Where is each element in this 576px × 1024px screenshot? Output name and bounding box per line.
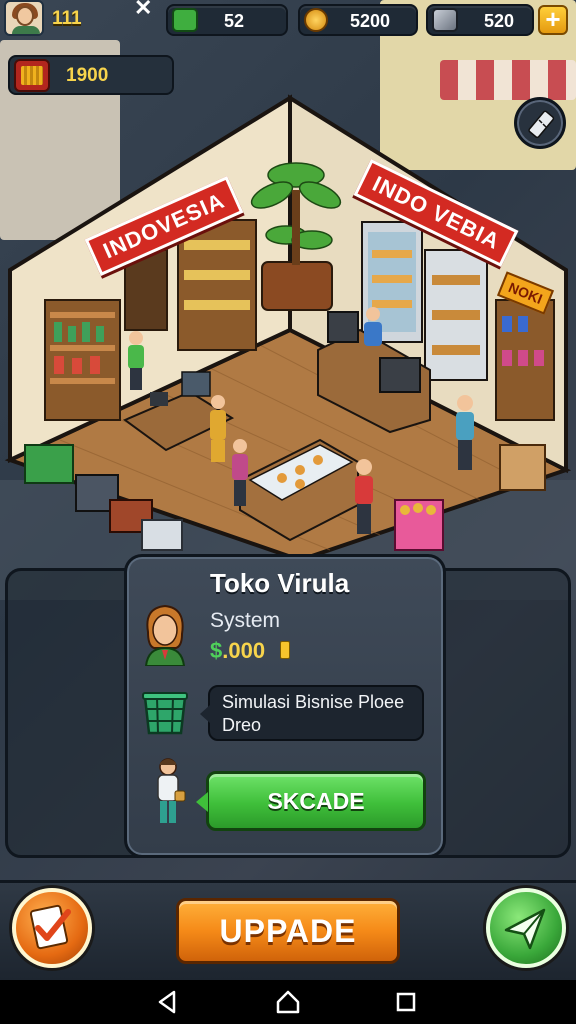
shop-category: System	[210, 609, 281, 632]
checklist-icon	[29, 904, 71, 950]
avatar-body	[12, 26, 40, 34]
back-nav-icon[interactable]	[152, 986, 184, 1018]
worker-character-icon	[157, 758, 186, 823]
green-crate	[24, 444, 74, 484]
game-screen: INDOVESIA INDO VEBIA NOKI 111 ✕ 52 5200 …	[0, 0, 576, 1024]
income-value: .000	[222, 638, 266, 663]
clerk-blue	[364, 307, 382, 346]
tasks-button[interactable]	[12, 888, 92, 968]
crate-counter-pill[interactable]: 1900	[8, 55, 174, 95]
action-button[interactable]: SKCADE	[196, 771, 426, 831]
shop-description-box: Simulasi Bisnise Ploee Dreo	[200, 685, 424, 741]
coin-bar-icon	[280, 641, 290, 659]
owner-portrait-icon	[144, 604, 186, 666]
shop-income: $.000	[210, 638, 265, 664]
android-navigation-bar	[0, 980, 576, 1024]
close-icon[interactable]: ✕	[134, 0, 152, 21]
shop-description: Simulasi Bisnise Ploee Dreo	[222, 692, 405, 735]
currency-symbol: $	[210, 638, 223, 663]
upgrade-button[interactable]: UPPADE	[176, 898, 400, 964]
cash-value: 52	[223, 11, 244, 31]
customer-teal	[456, 395, 474, 470]
white-box	[141, 519, 183, 551]
customer-pink	[232, 439, 248, 506]
shopping-basket-icon	[142, 692, 188, 735]
coins-counter-pill[interactable]: 5200	[298, 4, 418, 36]
center-shelf	[177, 219, 257, 351]
crate-value: 1900	[66, 65, 109, 86]
home-nav-icon[interactable]	[272, 986, 304, 1018]
player-level: 111	[52, 8, 82, 29]
metal-block-icon	[432, 8, 458, 32]
top-hud: 111 ✕ 52 5200 520 +	[0, 0, 576, 40]
worker-yellow	[210, 395, 226, 462]
gold-coin-icon	[304, 8, 328, 32]
cash-stack-icon	[172, 8, 198, 32]
ruler-icon	[528, 110, 555, 139]
shop-scene[interactable]	[0, 60, 576, 580]
customer-red	[355, 459, 373, 534]
avatar-face	[16, 6, 34, 26]
cash-register	[379, 357, 421, 393]
coins-value: 5200	[349, 11, 390, 31]
customer-green	[128, 331, 144, 390]
edit-tool-button[interactable]	[514, 97, 566, 149]
shop-name: Toko Virula	[210, 568, 350, 598]
cash-counter-pill[interactable]: 52	[166, 4, 288, 36]
player-avatar[interactable]	[4, 0, 44, 36]
materials-counter-pill[interactable]: 520	[426, 4, 534, 36]
send-button[interactable]	[486, 888, 566, 968]
cardboard-box	[499, 444, 546, 491]
crate-icon	[14, 59, 50, 92]
recents-nav-icon[interactable]	[390, 986, 422, 1018]
materials-value: 520	[483, 11, 514, 31]
add-currency-button[interactable]: +	[538, 5, 568, 35]
plant-pot	[261, 261, 333, 311]
send-arrow-icon	[504, 908, 546, 950]
